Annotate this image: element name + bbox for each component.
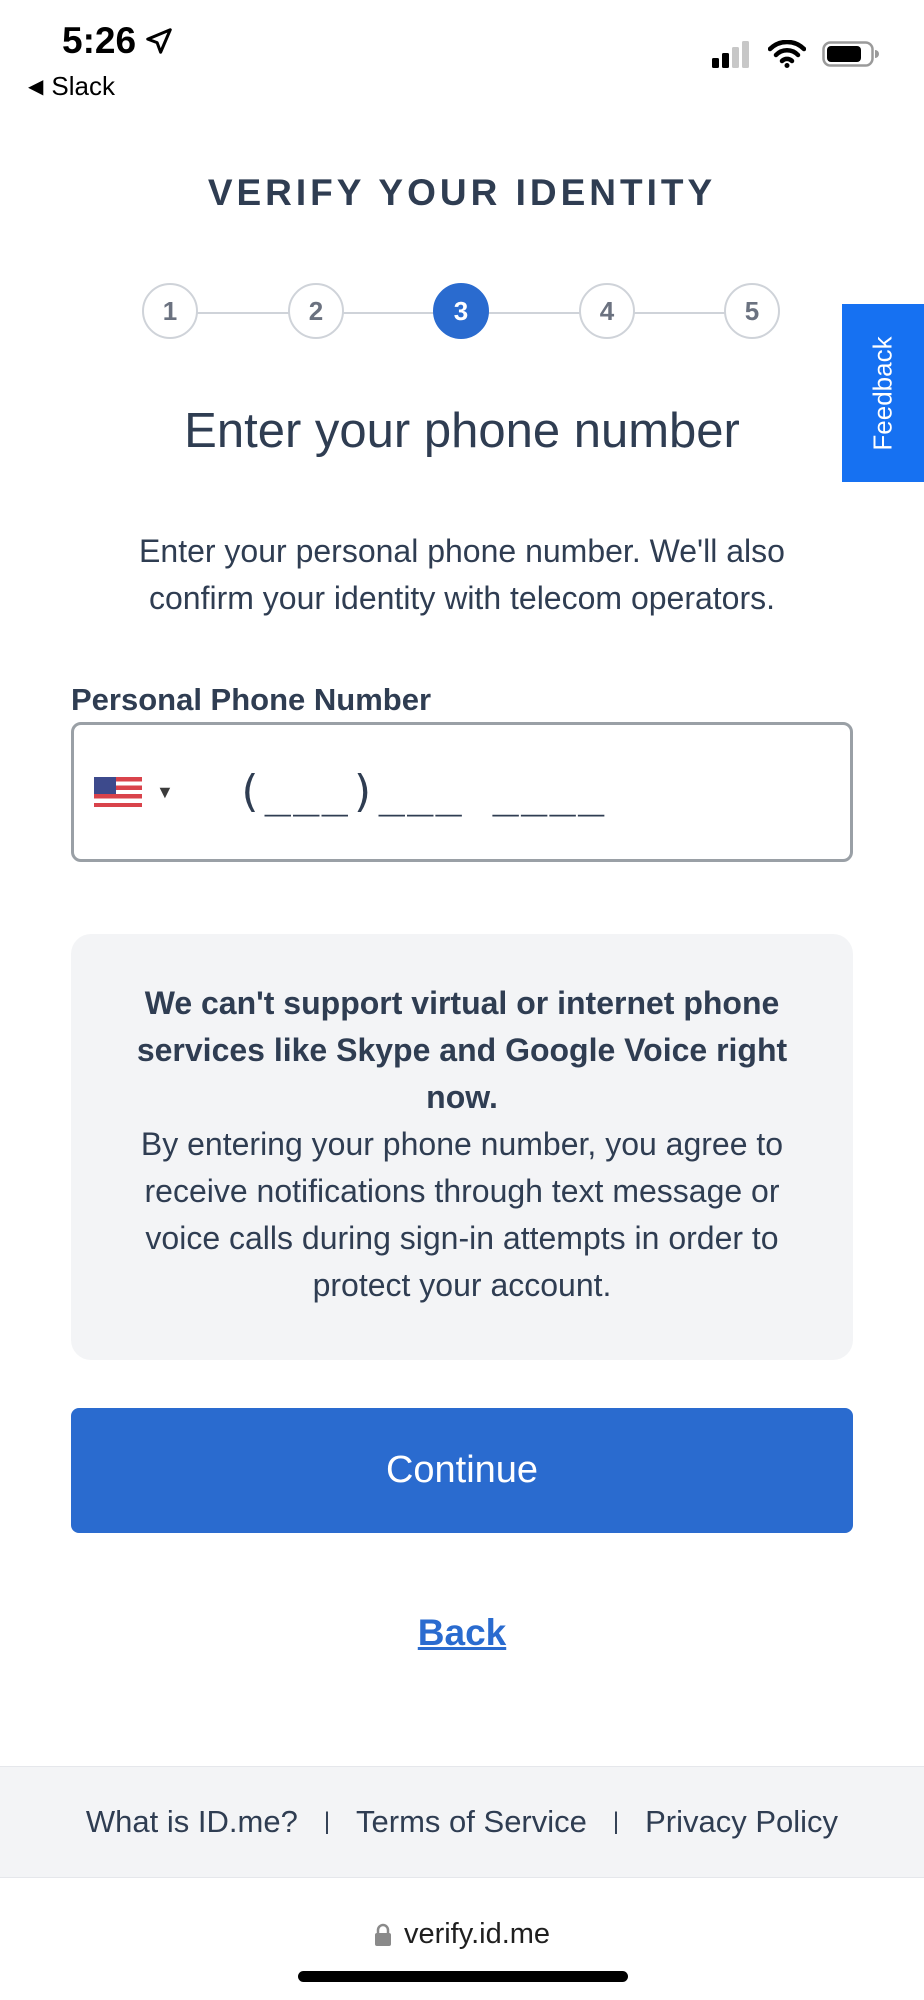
wifi-icon [768, 40, 806, 68]
page-header-title: VERIFY YOUR IDENTITY [207, 172, 717, 213]
step-1: 1 [142, 283, 198, 339]
battery-icon [822, 41, 879, 67]
home-indicator[interactable] [298, 1971, 628, 1982]
phone-input-container: ▼ [71, 722, 853, 862]
footer-separator: | [323, 1808, 331, 1835]
url-display[interactable]: verify.id.me [0, 1918, 924, 1951]
caret-down-icon: ▼ [156, 781, 174, 802]
continue-button[interactable]: Continue [71, 1408, 853, 1533]
back-triangle-icon: ◀ [28, 76, 44, 98]
status-time: 5:26 [62, 20, 174, 62]
notice-bold-text: We can't support virtual or internet pho… [136, 985, 788, 1115]
us-flag-icon [94, 777, 142, 807]
footer: What is ID.me? | Terms of Service | Priv… [0, 1766, 924, 1877]
status-icons [712, 40, 880, 68]
footer-separator: | [612, 1808, 620, 1835]
phone-number-input[interactable] [234, 765, 828, 818]
back-app-label: Slack [51, 71, 115, 101]
footer-link-privacy[interactable]: Privacy Policy [645, 1804, 838, 1840]
lock-icon [374, 1923, 391, 1946]
url-text: verify.id.me [403, 1918, 551, 1950]
step-5: 5 [724, 283, 780, 339]
phone-field-label: Personal Phone Number [71, 682, 432, 717]
signal-icon [712, 41, 749, 68]
back-link[interactable]: Back [0, 1612, 924, 1654]
location-arrow-icon [146, 28, 172, 54]
notice-text: By entering your phone number, you agree… [140, 1126, 784, 1303]
step-3-active: 3 [433, 283, 489, 339]
back-to-app-button[interactable]: ◀ Slack [28, 71, 115, 102]
footer-link-terms[interactable]: Terms of Service [356, 1804, 587, 1840]
page-title: Enter your phone number [184, 404, 740, 458]
time-text: 5:26 [62, 20, 137, 61]
country-selector[interactable]: ▼ [94, 777, 174, 807]
progress-stepper: 1 2 3 4 5 [142, 283, 782, 343]
step-2: 2 [288, 283, 344, 339]
intro-text: Enter your personal phone number. We'll … [139, 533, 785, 616]
footer-link-what-is-idme[interactable]: What is ID.me? [86, 1804, 298, 1840]
browser-url-bar: verify.id.me [0, 1877, 924, 2000]
step-4: 4 [579, 283, 635, 339]
notice-box: We can't support virtual or internet pho… [71, 934, 853, 1360]
